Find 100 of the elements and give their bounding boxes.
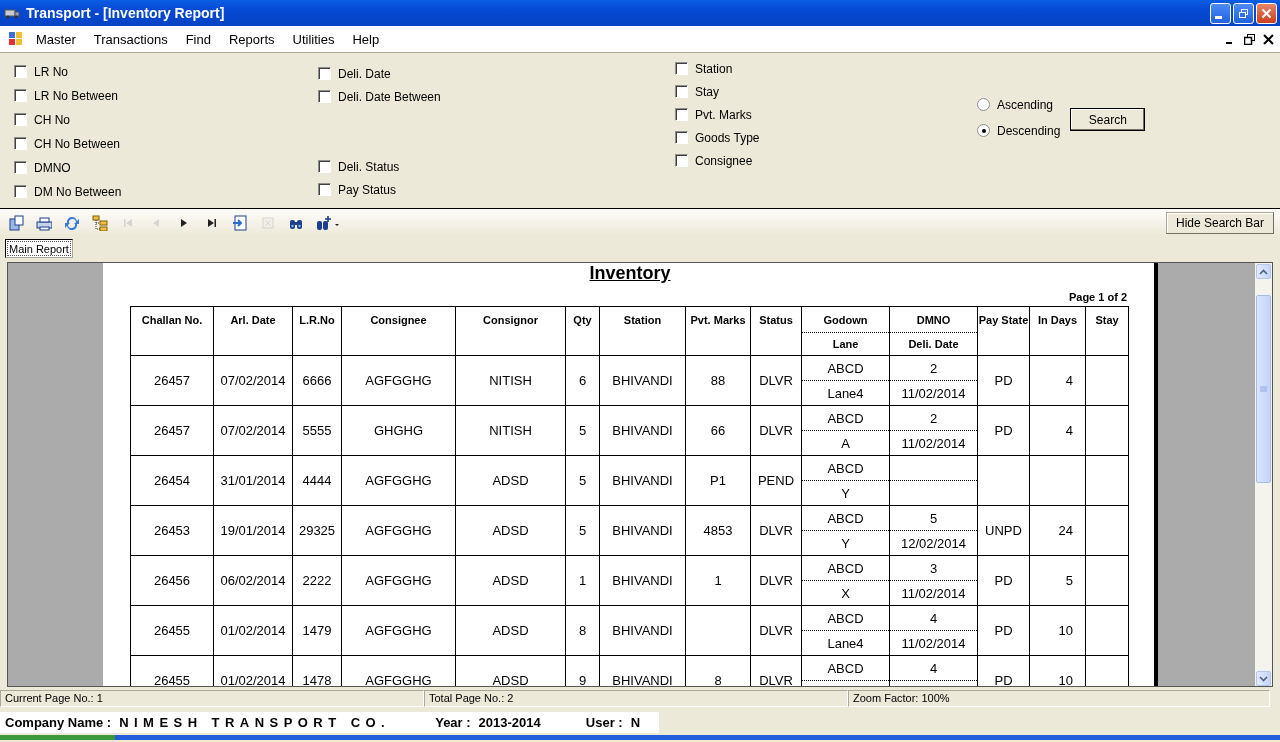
table-cell: 07/02/2014	[220, 423, 286, 438]
table-cell: Lane4	[827, 635, 864, 651]
menu-item[interactable]: Reports	[228, 31, 284, 47]
table-cell: 4	[1065, 423, 1073, 438]
column-header: Status	[759, 314, 793, 326]
radio-button[interactable]	[977, 124, 990, 137]
table-cell: BHIVANDI	[612, 423, 673, 438]
table-cell: 1	[578, 573, 587, 588]
scroll-up-button[interactable]	[1256, 264, 1271, 279]
table-cell: DLVR	[759, 523, 793, 538]
table-cell: P1	[710, 473, 726, 488]
checkbox-label: Stay	[695, 84, 719, 99]
checkbox[interactable]	[318, 67, 331, 80]
checkbox-label: CH No Between	[34, 136, 121, 151]
table-cell: 5	[929, 510, 938, 526]
radio-button[interactable]	[977, 98, 990, 111]
column-header: L.R.No	[299, 314, 335, 326]
menu-item[interactable]: Transactions	[93, 31, 177, 47]
checkbox[interactable]	[14, 113, 27, 126]
table-cell: 06/02/2014	[220, 573, 286, 588]
minimize-icon	[1215, 15, 1222, 19]
table-cell: 11/02/2014	[901, 635, 966, 651]
checkbox[interactable]	[14, 185, 27, 198]
checkbox[interactable]	[675, 85, 688, 98]
table-cell: 4853	[703, 523, 733, 538]
minimize-button[interactable]	[1210, 2, 1231, 24]
checkbox[interactable]	[318, 90, 331, 103]
caret-down-icon	[1259, 675, 1268, 682]
app-icon	[4, 7, 20, 19]
checkbox-label: Deli. Date	[338, 66, 391, 81]
checkbox[interactable]	[318, 183, 331, 196]
scroll-thumb[interactable]	[1256, 295, 1271, 483]
table-cell: 01/02/2014	[220, 623, 286, 638]
table-cell: 5555	[302, 423, 332, 438]
app-menu-icon[interactable]	[9, 32, 23, 46]
search-button[interactable]: Search	[1070, 108, 1146, 131]
menu-item[interactable]: Help	[352, 31, 389, 47]
table-cell: PD	[994, 623, 1013, 638]
column-header: Consignee	[370, 314, 427, 326]
table-cell: Y	[841, 485, 850, 501]
table-cell: PD	[994, 373, 1013, 388]
table-cell: 07/02/2014	[220, 373, 286, 388]
refresh-icon[interactable]	[64, 214, 80, 231]
table-cell: AGFGGHG	[365, 523, 432, 538]
checkbox-label: Goods Type	[695, 130, 760, 145]
column-header: Pvt. Marks	[690, 314, 746, 326]
table-cell: PD	[994, 423, 1013, 438]
table-cell: 19/01/2014	[220, 523, 286, 538]
table-cell: 88	[710, 373, 726, 388]
menu-item[interactable]: Master	[36, 31, 85, 47]
table-cell: 1479	[302, 623, 332, 638]
checkbox[interactable]	[675, 131, 688, 144]
field-label: User :	[585, 715, 623, 730]
restore-button[interactable]	[1233, 2, 1254, 24]
hide-search-bar-button[interactable]: Hide Search Bar	[1166, 211, 1274, 234]
checkbox[interactable]	[14, 137, 27, 150]
menu-item[interactable]: Find	[185, 31, 220, 47]
table-cell: PEND	[757, 473, 795, 488]
table-cell: 2222	[302, 573, 332, 588]
checkbox-label: LR No	[34, 64, 68, 79]
field-value: N	[630, 715, 641, 730]
table-cell: AGFGGHG	[365, 623, 432, 638]
table-cell: 9	[578, 673, 587, 686]
page-label: Page 1 of 2	[1068, 291, 1127, 303]
table-cell: NITISH	[489, 373, 532, 388]
close-icon[interactable]	[1263, 33, 1274, 45]
table-cell: UNPD	[985, 523, 1022, 538]
checkbox[interactable]	[675, 108, 688, 121]
field-value: NIMESH TRANSPORT CO.	[119, 715, 391, 730]
field-label: Year :	[435, 715, 471, 730]
column-header: In Days	[1037, 314, 1078, 326]
checkbox[interactable]	[14, 89, 27, 102]
close-button[interactable]	[1256, 2, 1277, 24]
menu-item[interactable]: Utilities	[292, 31, 344, 47]
scrollbar[interactable]	[1255, 263, 1272, 686]
checkbox[interactable]	[318, 160, 331, 173]
checkbox[interactable]	[675, 62, 688, 75]
table-cell: 66	[710, 423, 726, 438]
scroll-down-button[interactable]	[1256, 671, 1271, 686]
status-pane: Zoom Factor: 100%	[848, 690, 1270, 707]
checkbox[interactable]	[14, 65, 27, 78]
close-icon	[1261, 7, 1272, 19]
restore-icon[interactable]	[1244, 33, 1255, 45]
table-cell: 8	[578, 623, 587, 638]
table-cell: BHIVANDI	[612, 673, 673, 686]
table-cell: DLVR	[759, 573, 793, 588]
table-cell: 31/01/2014	[220, 473, 286, 488]
table-cell: 5	[578, 423, 587, 438]
checkbox[interactable]	[675, 154, 688, 167]
column-header: Lane	[832, 337, 859, 350]
tree-icon[interactable]	[92, 214, 108, 231]
tab[interactable]: Main Report	[5, 239, 73, 258]
table-cell: BHIVANDI	[612, 573, 673, 588]
table-cell: A	[841, 435, 850, 451]
table-cell: ABCD	[827, 410, 864, 426]
print-icon[interactable]	[36, 214, 52, 231]
table-cell: 12/02/2014	[900, 535, 967, 551]
checkbox[interactable]	[14, 161, 27, 174]
column-header: Challan No.	[141, 314, 203, 326]
table-cell: BHIVANDI	[612, 373, 673, 388]
